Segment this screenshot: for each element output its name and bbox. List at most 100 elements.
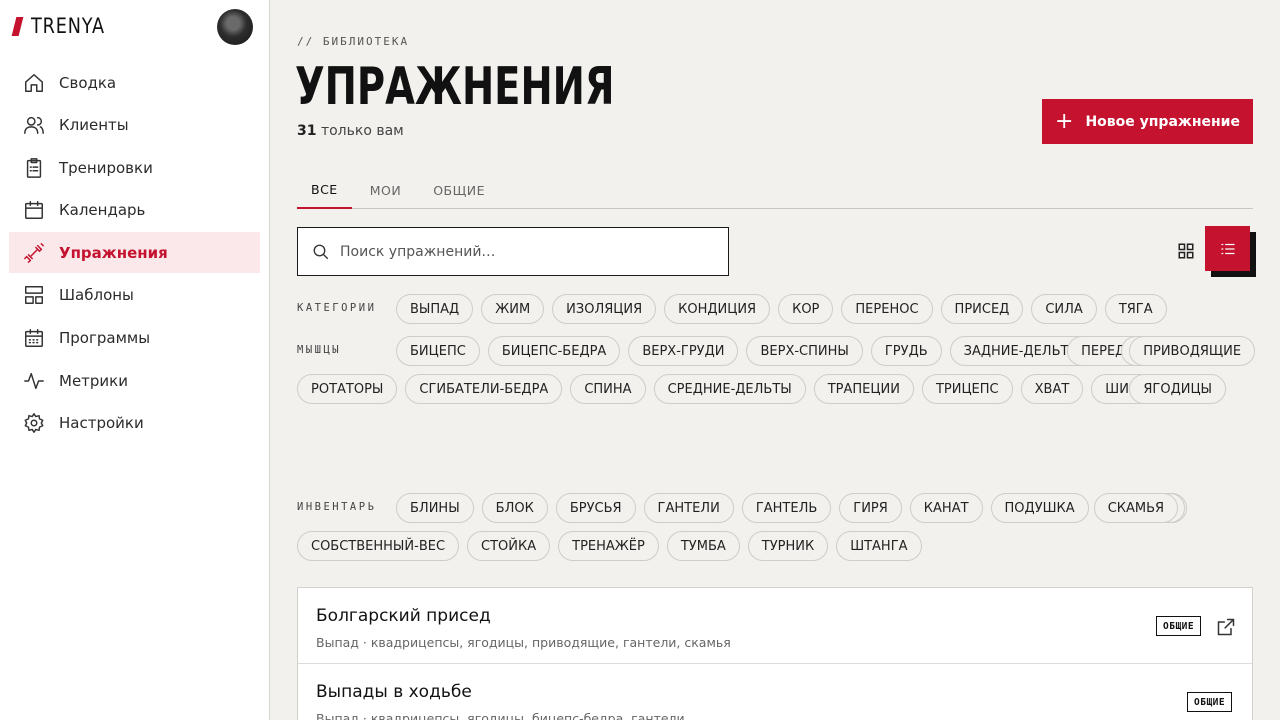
equipment-chip[interactable]: ГИРЯ: [839, 493, 902, 523]
breadcrumb: // БИБЛИОТЕКА: [297, 35, 410, 48]
external-link-icon[interactable]: [1216, 617, 1236, 637]
equipment-chip[interactable]: ШТАНГА: [836, 531, 922, 561]
category-chips: ВЫПАД ЖИМ ИЗОЛЯЦИЯ КОНДИЦИЯ КОР ПЕРЕНОС ПРИСЕД…: [396, 294, 1256, 332]
count-value: 31: [297, 123, 317, 139]
equipment-chip[interactable]: ГАНТЕЛИ: [643, 493, 734, 523]
brand-logo[interactable]: TRENYA: [11, 14, 119, 38]
brand-mark-icon: [11, 16, 24, 36]
category-chip[interactable]: ТЯГА: [1104, 294, 1167, 324]
muscle-chip[interactable]: ВЕРХ-СПИНЫ: [746, 336, 863, 366]
home-icon: [23, 72, 45, 94]
plus-icon: +: [1055, 108, 1074, 134]
list-item[interactable]: Болгарский присед Выпад · квадрицепсы, я…: [298, 588, 1252, 664]
categories-label: КАТЕГОРИИ: [297, 302, 377, 314]
muscle-chip[interactable]: ХВАТ: [1020, 374, 1084, 404]
page-title: УПРАЖНЕНИЯ: [295, 57, 615, 117]
category-chip[interactable]: ИЗОЛЯЦИЯ: [552, 294, 657, 324]
sidebar-item-label: Тренировки: [59, 158, 153, 177]
equipment-chip[interactable]: БЛОК: [481, 493, 548, 523]
new-exercise-button[interactable]: + Новое упражнение: [1042, 99, 1253, 144]
exercise-count: 31 только вам: [297, 123, 404, 139]
sidebar-item-clients[interactable]: Клиенты: [9, 105, 260, 146]
equipment-chip[interactable]: ТУРНИК: [747, 531, 829, 561]
gear-icon: [23, 412, 45, 434]
sidebar-item-label: Настройки: [59, 414, 144, 433]
category-chip[interactable]: КОНДИЦИЯ: [664, 294, 771, 324]
equipment-chip[interactable]: СКАМЬЯ: [1093, 493, 1179, 523]
sidebar-item-label: Сводка: [59, 73, 117, 92]
exercise-meta: Выпад · квадрицепсы, ягодицы, приводящие…: [316, 635, 731, 650]
category-chip[interactable]: ВЫПАД: [396, 294, 474, 324]
muscle-chip[interactable]: ГРУДЬ: [870, 336, 942, 366]
equipment-chip[interactable]: ПОДУШКА: [990, 493, 1089, 523]
list-item[interactable]: Выпады в ходьбе Выпад · квадрицепсы, яго…: [298, 664, 1252, 720]
sidebar-item-templates[interactable]: Шаблоны: [9, 275, 260, 316]
search-input[interactable]: [340, 243, 710, 260]
equipment-chip[interactable]: ТРЕНАЖЁР: [558, 531, 659, 561]
sidebar-item-summary[interactable]: Сводка: [9, 62, 260, 103]
sidebar-item-label: Календарь: [59, 201, 146, 220]
equipment-chip[interactable]: БЛИНЫ: [396, 493, 474, 523]
search-box: [297, 227, 729, 276]
equipment-chip[interactable]: ТУМБА: [666, 531, 740, 561]
sidebar-item-label: Шаблоны: [59, 286, 134, 305]
muscle-chip[interactable]: ВЕРХ-ГРУДИ: [628, 336, 739, 366]
category-chip[interactable]: ПРИСЕД: [940, 294, 1024, 324]
sidebar-item-label: Клиенты: [59, 116, 129, 135]
tab-shared[interactable]: ОБЩИЕ: [419, 172, 499, 209]
grid-view-toggle[interactable]: [1174, 239, 1198, 263]
category-chip[interactable]: КОР: [778, 294, 834, 324]
grid-icon: [1178, 243, 1194, 259]
exercise-list: Болгарский присед Выпад · квадрицепсы, я…: [297, 587, 1253, 720]
category-chip[interactable]: СИЛА: [1031, 294, 1097, 324]
sidebar-item-exercises[interactable]: Упражнения: [9, 232, 260, 274]
sidebar-item-programs[interactable]: Программы: [9, 318, 260, 359]
main-content: // БИБЛИОТЕКА УПРАЖНЕНИЯ 31 только вам +…: [270, 0, 1280, 720]
sidebar-item-label: Упражнения: [59, 243, 168, 262]
exercise-title: Выпады в ходьбе: [316, 682, 472, 702]
muscle-chip[interactable]: ПРИВОДЯЩИЕ: [1129, 336, 1256, 366]
muscle-chip[interactable]: БИЦЕПС: [396, 336, 480, 366]
muscle-chip[interactable]: ТРИЦЕПС: [921, 374, 1013, 404]
equipment-chip[interactable]: СТОЙКА: [467, 531, 551, 561]
equipment-chips: БЛИНЫ БЛОК БРУСЬЯ ГАНТЕЛИ ГАНТЕЛЬ ГИРЯ КАНАТ ПО…: [297, 493, 1227, 569]
search-icon: [313, 244, 329, 259]
brand-name: TRENYA: [31, 14, 105, 38]
filter-tabs: ВСЕ МОИ ОБЩИЕ: [297, 172, 1253, 209]
sidebar-item-metrics[interactable]: Метрики: [9, 360, 260, 401]
equipment-chip[interactable]: СОБСТВЕННЫЙ-ВЕС: [297, 531, 460, 561]
tab-mine[interactable]: МОИ: [356, 172, 415, 209]
muscle-chip[interactable]: СРЕДНИЕ-ДЕЛЬТЫ: [653, 374, 806, 404]
sidebar-item-calendar[interactable]: Календарь: [9, 190, 260, 231]
users-icon: [23, 114, 45, 136]
dumbbell-icon: [23, 242, 45, 264]
calendar-icon: [23, 199, 45, 221]
muscle-chip[interactable]: ТРАПЕЦИИ: [813, 374, 914, 404]
category-chip[interactable]: ЖИМ: [481, 294, 545, 324]
equipment-chip[interactable]: ГАНТЕЛЬ: [741, 493, 832, 523]
category-chip[interactable]: ПЕРЕНОС: [841, 294, 933, 324]
layout-icon: [23, 284, 45, 306]
muscle-chip[interactable]: ЯГОДИЦЫ: [1129, 374, 1227, 404]
muscle-chip[interactable]: РОТАТОРЫ: [297, 374, 398, 404]
activity-icon: [23, 370, 45, 392]
exercise-meta: Выпад · квадрицепсы, ягодицы, бицепс-бед…: [316, 711, 685, 720]
muscle-chip[interactable]: СГИБАТЕЛИ-БЕДРА: [405, 374, 563, 404]
sidebar-item-workouts[interactable]: Тренировки: [9, 147, 260, 188]
sidebar-item-settings[interactable]: Настройки: [9, 403, 260, 444]
equipment-chip[interactable]: БРУСЬЯ: [555, 493, 636, 523]
equipment-chip[interactable]: КАНАТ: [909, 493, 983, 523]
clipboard-icon: [23, 157, 45, 179]
muscle-chips: БИЦЕПС БИЦЕПС-БЕДРА ВЕРХ-ГРУДИ ВЕРХ-СПИНЫ ГР…: [297, 336, 1257, 412]
shared-badge: ОБЩИЕ: [1187, 692, 1233, 712]
list-icon: [1220, 243, 1235, 254]
sidebar-nav: Сводка Клиенты Тренировки Календарь Упра…: [9, 62, 260, 445]
list-view-toggle[interactable]: [1205, 226, 1250, 271]
muscle-chip[interactable]: СПИНА: [570, 374, 646, 404]
avatar[interactable]: [217, 9, 253, 45]
exercise-title: Болгарский присед: [316, 606, 491, 626]
new-exercise-label: Новое упражнение: [1085, 113, 1240, 130]
muscle-chip[interactable]: БИЦЕПС-БЕДРА: [487, 336, 621, 366]
tab-all[interactable]: ВСЕ: [297, 172, 352, 209]
sidebar: TRENYA Сводка Клиенты Тренировки Календа…: [0, 0, 270, 720]
